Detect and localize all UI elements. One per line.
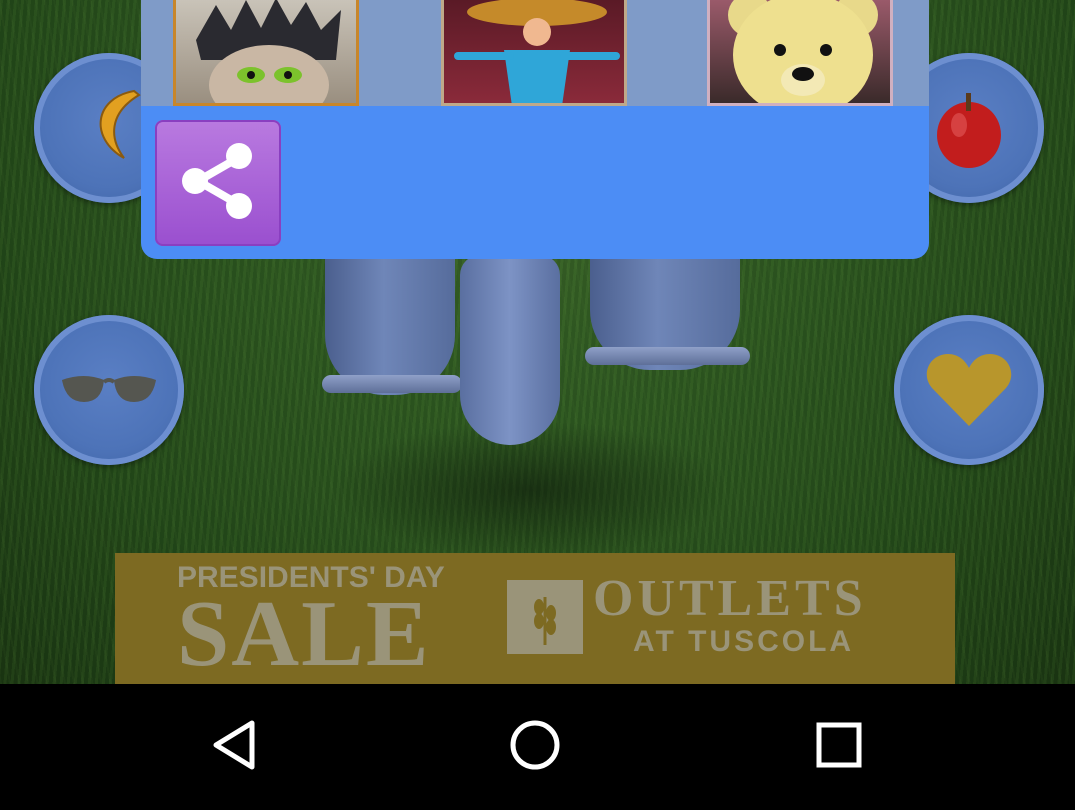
character-select-popup: [141, 0, 929, 259]
home-button[interactable]: [495, 714, 575, 780]
doll-character-thumbnail[interactable]: [441, 0, 627, 106]
thumbnail-strip: [141, 0, 929, 106]
elephant-cuff: [322, 375, 462, 393]
elephant-cuff: [585, 347, 750, 365]
popup-action-bar: [141, 106, 929, 259]
ad-brand: OUTLETS: [593, 570, 867, 627]
ad-sale-text: SALE: [177, 582, 431, 684]
heart-button[interactable]: [894, 315, 1044, 465]
sunglasses-icon: [54, 360, 164, 420]
apple-icon: [929, 83, 1009, 173]
heart-icon: [924, 350, 1014, 430]
elephant-trunk: [460, 255, 560, 445]
back-button[interactable]: [195, 714, 275, 780]
home-circle-icon: [508, 718, 562, 776]
back-triangle-icon: [210, 719, 260, 775]
ad-banner[interactable]: PRESIDENTS' DAY SALE OUTLETS AT TUSCOLA: [115, 553, 955, 684]
elephant-leg: [325, 255, 455, 395]
share-icon: [173, 136, 263, 230]
recents-square-icon: [815, 721, 863, 773]
system-navigation-bar: [0, 684, 1075, 810]
share-button[interactable]: [155, 120, 281, 246]
elephant-character[interactable]: [300, 255, 770, 455]
sunglasses-button[interactable]: [34, 315, 184, 465]
wheat-logo-icon: [507, 580, 583, 654]
recents-button[interactable]: [799, 714, 879, 780]
hedgehog-character-thumbnail[interactable]: [173, 0, 359, 106]
ad-brand-sub: AT TUSCOLA: [633, 625, 855, 658]
teddy-bear-thumbnail[interactable]: [707, 0, 893, 106]
